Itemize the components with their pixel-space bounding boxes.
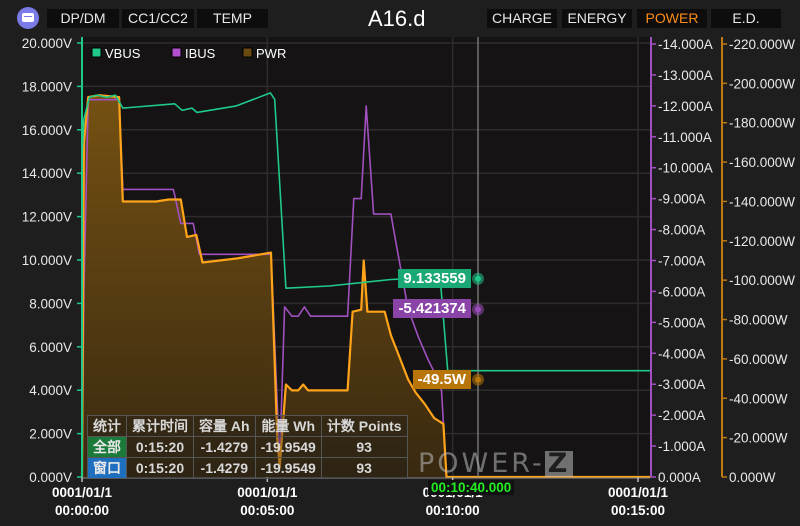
power-tick-label: -160.000W	[729, 155, 795, 170]
current-tick-label: -10.000A	[658, 161, 713, 176]
legend-swatch-vbus	[91, 47, 102, 58]
voltage-tick-label: 16.000V	[22, 123, 72, 138]
current-tick-label: 0.000A	[658, 470, 701, 485]
power-tick-label: -20.000W	[729, 431, 788, 446]
stats-header: 容量 Ah	[193, 415, 256, 437]
time-tick-label-date: 0001/01/1	[608, 485, 669, 500]
stats-row-label-window[interactable]: 窗口	[87, 457, 127, 479]
time-tick-label-date: 0001/01/1	[237, 485, 298, 500]
current-tick-label: -11.000A	[658, 130, 712, 145]
legend-label-pwr: PWR	[256, 46, 286, 61]
current-tick-label: -6.000A	[658, 284, 705, 299]
legend: VBUS IBUS PWR	[91, 46, 286, 61]
voltage-tick-label: 20.000V	[22, 36, 72, 51]
stats-row-window: 窗口 0:15:20 -1.4279 -19.9549 93	[87, 457, 408, 479]
voltage-tick-label: 8.000V	[29, 296, 72, 311]
current-tick-label: -7.000A	[658, 254, 705, 269]
stats-capacity: -1.4279	[193, 436, 256, 458]
current-tick-label: -1.000A	[658, 439, 705, 454]
time-tick-label-time: 00:10:00	[426, 503, 480, 518]
cursor-dot-vbus	[475, 275, 481, 282]
time-tick-label-date: 0001/01/1	[52, 485, 113, 500]
cursor-dot-pwr	[475, 376, 481, 383]
cursor-readout-pwr: -49.5W	[412, 369, 471, 389]
voltage-tick-label: 18.000V	[22, 79, 72, 94]
voltage-tick-label: 10.000V	[22, 253, 72, 268]
stats-points: 93	[320, 436, 408, 458]
time-tick-label-time: 00:05:00	[240, 503, 294, 518]
watermark-badge: Z	[544, 450, 574, 477]
voltage-tick-label: 12.000V	[22, 210, 72, 225]
current-tick-label: -13.000A	[658, 68, 713, 83]
voltage-tick-label: 2.000V	[29, 427, 72, 442]
legend-label-vbus: VBUS	[105, 46, 141, 61]
power-tick-label: -200.000W	[729, 76, 795, 91]
legend-swatch-pwr	[242, 47, 253, 58]
stats-header: 统计	[87, 415, 127, 437]
power-tick-label: -220.000W	[729, 37, 795, 52]
stats-row-label-all[interactable]: 全部	[87, 436, 127, 458]
stats-row-all: 全部 0:15:20 -1.4279 -19.9549 93	[87, 436, 408, 458]
voltage-tick-label: 6.000V	[29, 340, 72, 355]
current-tick-label: -14.000A	[658, 37, 713, 52]
time-tick-label-time: 00:00:00	[55, 503, 109, 518]
watermark-text: POWER-	[418, 448, 545, 479]
time-tick-label-time: 00:15:00	[611, 503, 665, 518]
cursor-readout-ibus: -5.421374	[393, 299, 471, 319]
voltage-tick-label: 4.000V	[29, 383, 72, 398]
stats-time: 0:15:20	[126, 436, 194, 458]
power-tick-label: -140.000W	[729, 194, 795, 209]
stats-table: 统计 累计时间 容量 Ah 能量 Wh 计数 Points 全部 0:15:20…	[87, 415, 408, 479]
power-tick-label: -180.000W	[729, 116, 795, 131]
stats-energy: -19.9549	[254, 436, 322, 458]
voltage-tick-label: 14.000V	[22, 166, 72, 181]
voltage-tick-label: 0.000V	[29, 470, 72, 485]
power-tick-label: -60.000W	[729, 352, 788, 367]
current-tick-label: -5.000A	[658, 315, 705, 330]
current-tick-label: -8.000A	[658, 223, 705, 238]
power-tick-label: -100.000W	[729, 273, 795, 288]
stats-header: 能量 Wh	[254, 415, 322, 437]
stats-header: 计数 Points	[320, 415, 408, 437]
current-tick-label: -12.000A	[658, 99, 713, 114]
legend-label-ibus: IBUS	[185, 46, 216, 61]
power-tick-label: -80.000W	[729, 313, 788, 328]
power-tick-label: 0.000W	[729, 470, 776, 485]
stats-time: 0:15:20	[126, 457, 194, 479]
stats-capacity: -1.4279	[193, 457, 256, 479]
legend-swatch-ibus	[171, 47, 182, 58]
current-tick-label: -2.000A	[658, 408, 705, 423]
stats-header: 累计时间	[126, 415, 194, 437]
stats-points: 93	[320, 457, 408, 479]
power-tick-label: -40.000W	[729, 391, 788, 406]
cursor-dot-ibus	[475, 306, 481, 313]
stats-energy: -19.9549	[254, 457, 322, 479]
cursor-readout-vbus: 9.133559	[398, 268, 471, 288]
stats-header-row: 统计 累计时间 容量 Ah 能量 Wh 计数 Points	[87, 415, 408, 437]
cursor-time-label: 00:10:40.000	[428, 480, 515, 495]
current-tick-label: -3.000A	[658, 377, 705, 392]
power-tick-label: -120.000W	[729, 234, 795, 249]
current-tick-label: -9.000A	[658, 192, 705, 207]
power-z-watermark: POWER- Z	[418, 448, 574, 479]
current-tick-label: -4.000A	[658, 346, 705, 361]
